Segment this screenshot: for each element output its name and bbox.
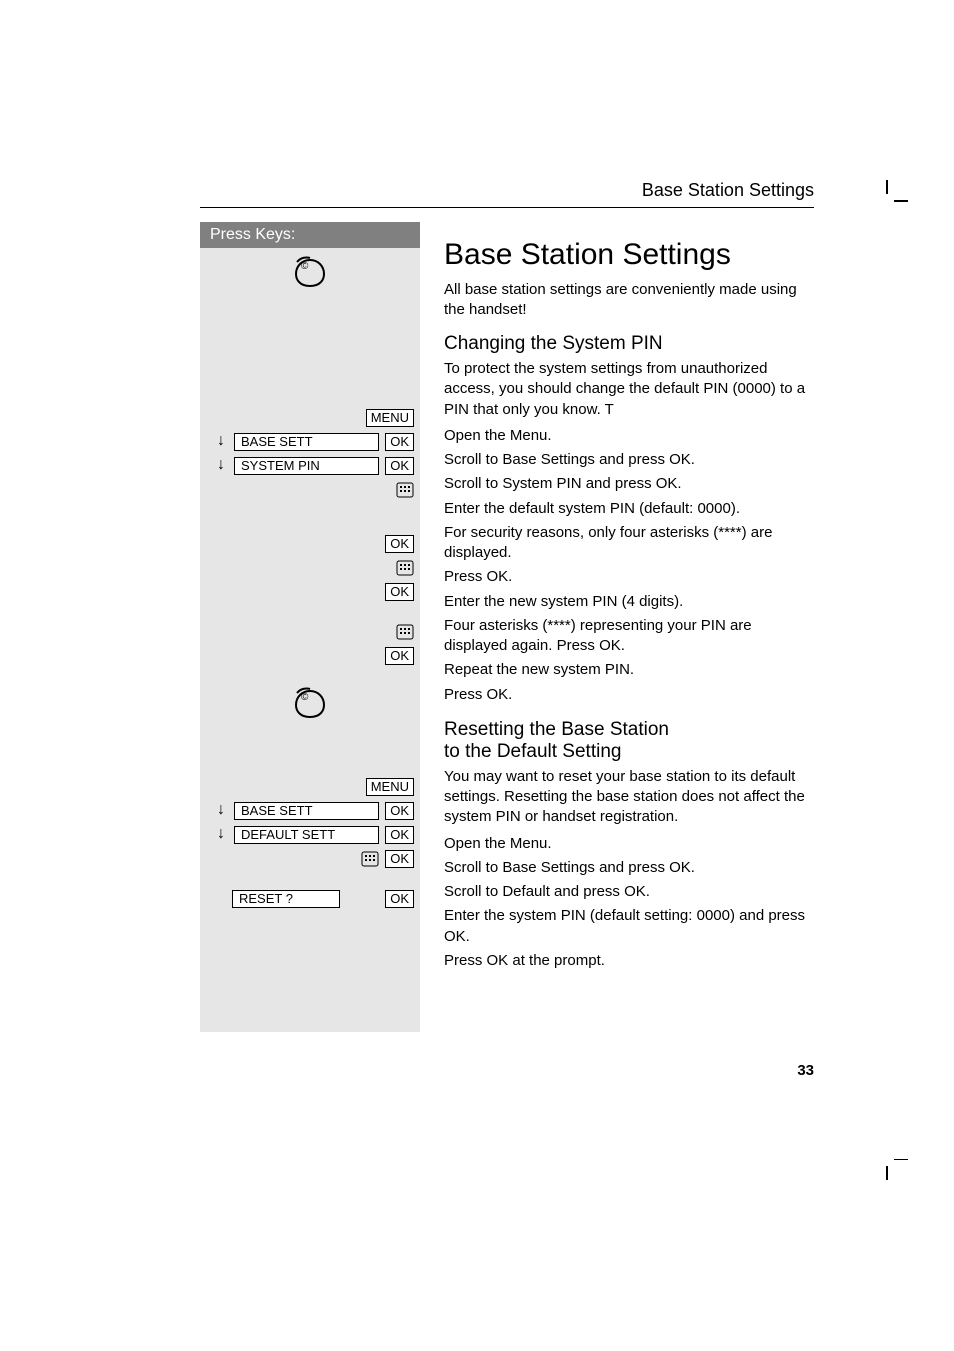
- step-text: Repeat the new system PIN.: [444, 660, 814, 680]
- heading-line-2: to the Default Setting: [444, 741, 621, 762]
- press-keys-column: Press Keys: © MENU ↓ BASE SETT OK: [200, 222, 420, 1032]
- section-heading-change-pin: Changing the System PIN: [444, 333, 814, 355]
- ok-softkey: OK: [385, 826, 414, 844]
- key-row-ok: OK: [200, 581, 420, 605]
- keypad-icon: [396, 623, 414, 641]
- running-head: Base Station Settings: [200, 180, 814, 208]
- menu-softkey: MENU: [366, 778, 414, 796]
- key-row-reset: RESET ? OK: [200, 888, 420, 912]
- step-text: Press OK at the prompt.: [444, 951, 814, 971]
- paragraph: You may want to reset your base station …: [444, 767, 814, 828]
- down-arrow-icon: ↓: [214, 433, 228, 449]
- handset-icon: ©: [200, 669, 420, 728]
- step-text: Open the Menu.: [444, 834, 814, 854]
- step-text: Press OK.: [444, 567, 814, 587]
- crop-mark-top-right: [886, 180, 914, 208]
- keypad-icon: [396, 481, 414, 499]
- ok-softkey: OK: [385, 890, 414, 908]
- keypad-icon: [361, 850, 379, 868]
- svg-text:©: ©: [301, 692, 309, 703]
- menu-softkey: MENU: [366, 409, 414, 427]
- step-text: Enter the new system PIN (4 digits).: [444, 592, 814, 612]
- key-row-default-sett: ↓ DEFAULT SETT OK: [200, 824, 420, 848]
- ok-softkey: OK: [385, 457, 414, 475]
- ok-softkey: OK: [385, 850, 414, 868]
- key-row-keypad: [200, 557, 420, 581]
- key-row-base-sett: ↓ BASE SETT OK: [200, 431, 420, 455]
- step-text: Scroll to Default and press OK.: [444, 882, 814, 902]
- ok-softkey: OK: [385, 433, 414, 451]
- step-text: Enter the default system PIN (default: 0…: [444, 499, 814, 519]
- step-text: Scroll to Base Settings and press OK.: [444, 858, 814, 878]
- display-text-base-sett: BASE SETT: [234, 802, 379, 820]
- heading-line-1: Resetting the Base Station: [444, 719, 669, 740]
- display-text-reset: RESET ?: [232, 890, 340, 908]
- step-text: Scroll to System PIN and press OK.: [444, 474, 814, 494]
- step-text: Scroll to Base Settings and press OK.: [444, 450, 814, 470]
- key-row-keypad-ok: OK: [200, 848, 420, 872]
- page-title: Base Station Settings: [444, 238, 814, 272]
- step-text: Open the Menu.: [444, 426, 814, 446]
- key-row-keypad: [200, 621, 420, 645]
- key-row-menu: MENU: [200, 776, 420, 800]
- ok-softkey: OK: [385, 647, 414, 665]
- step-text: For security reasons, only four asterisk…: [444, 523, 814, 564]
- display-text-system-pin: SYSTEM PIN: [234, 457, 379, 475]
- down-arrow-icon: ↓: [214, 802, 228, 818]
- key-row-ok: OK: [200, 645, 420, 669]
- handset-icon: ©: [200, 248, 420, 297]
- key-row-keypad: [200, 479, 420, 503]
- svg-text:©: ©: [301, 261, 309, 272]
- intro-paragraph: All base station settings are convenient…: [444, 280, 814, 319]
- ok-softkey: OK: [385, 802, 414, 820]
- down-arrow-icon: ↓: [214, 457, 228, 473]
- display-text-default-sett: DEFAULT SETT: [234, 826, 379, 844]
- step-text: Four asterisks (****) representing your …: [444, 616, 814, 657]
- crop-mark-bottom-right: [886, 1152, 914, 1180]
- step-text: Press OK.: [444, 685, 814, 705]
- key-row-base-sett: ↓ BASE SETT OK: [200, 800, 420, 824]
- section-heading-reset: Resetting the Base Station to the Defaul…: [444, 719, 814, 763]
- press-keys-header: Press Keys:: [200, 222, 420, 248]
- key-row-ok: OK: [200, 533, 420, 557]
- instruction-text-column: Base Station Settings All base station s…: [444, 222, 814, 1032]
- display-text-base-sett: BASE SETT: [234, 433, 379, 451]
- key-row-menu: MENU: [200, 407, 420, 431]
- paragraph: To protect the system settings from unau…: [444, 359, 814, 420]
- down-arrow-icon: ↓: [214, 826, 228, 842]
- keypad-icon: [396, 559, 414, 577]
- ok-softkey: OK: [385, 583, 414, 601]
- step-text: Enter the system PIN (default setting: 0…: [444, 906, 814, 947]
- key-row-system-pin: ↓ SYSTEM PIN OK: [200, 455, 420, 479]
- page-number: 33: [60, 1062, 814, 1079]
- ok-softkey: OK: [385, 535, 414, 553]
